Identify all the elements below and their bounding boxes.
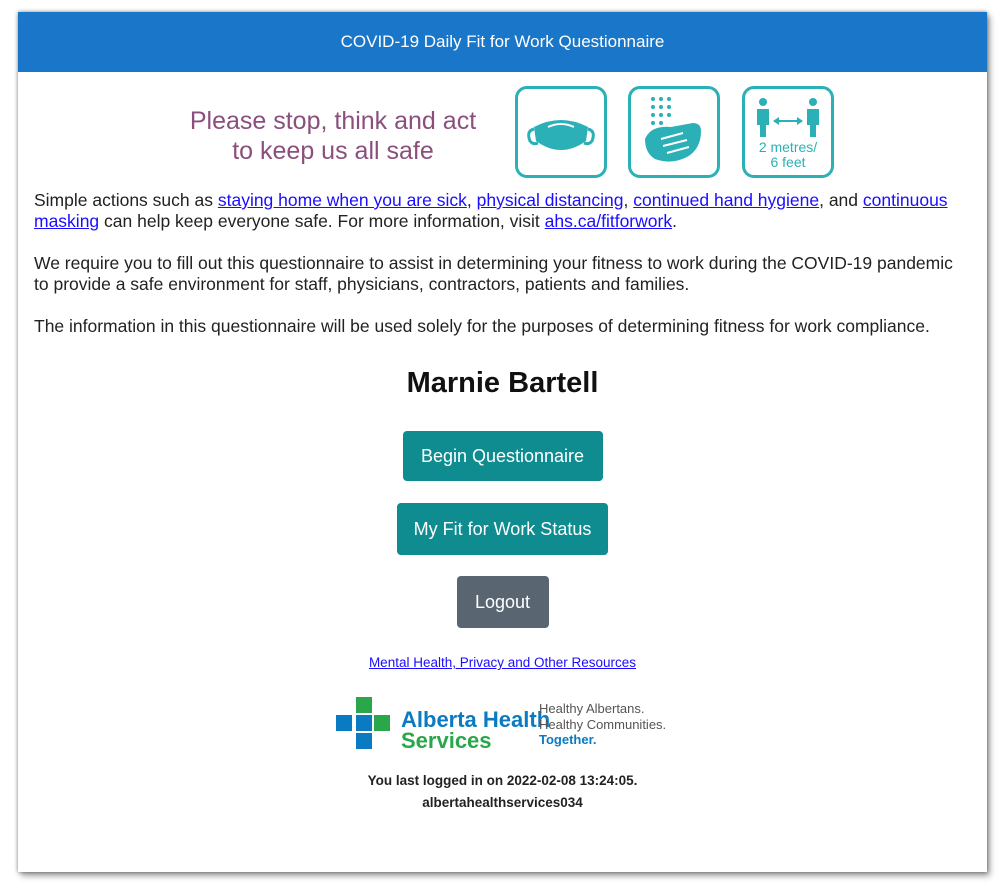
banner-text: Please stop, think and act to keep us al… [168,106,498,166]
fit-for-work-status-button[interactable]: My Fit for Work Status [397,503,608,555]
distance-label-2: 6 feet [770,154,806,170]
distance-label-1: 2 metres/ [758,139,818,155]
user-name: Marnie Bartell [406,367,599,399]
logout-button[interactable]: Logout [456,576,549,628]
banner-line-2: to keep us all safe [232,137,434,165]
intro-text-segment: , [623,190,634,210]
tagline-line-2: Healthy Communities. [539,716,667,732]
intro-paragraph-1: Simple actions such as staying home when… [34,190,971,232]
intro-text-segment: Simple actions such as [34,190,218,210]
ahs-tagline: Healthy Albertans. Healthy Communities. … [539,701,666,748]
tagline-line-1: Healthy Albertans. [539,701,645,716]
logo-name-line-2: Services [401,728,492,753]
intro-paragraph-2: We require you to fill out this question… [34,253,953,294]
intro-paragraph-3: The information in this questionnaire wi… [34,316,930,336]
username-text: albertahealthservices034 [422,795,583,810]
page-header: COVID-19 Daily Fit for Work Questionnair… [18,12,987,72]
physical-distance-icon: 2 metres/ 6 feet [742,86,834,178]
intro-text: Simple actions such as staying home when… [18,190,987,337]
hand-hygiene-link[interactable]: continued hand hygiene [633,190,819,210]
login-footer: You last logged in on 2022-02-08 13:24:0… [18,770,987,814]
mask-icon [515,86,607,178]
ahs-logo-mark-icon [336,697,390,749]
page-title: COVID-19 Daily Fit for Work Questionnair… [340,32,665,51]
staying-home-link[interactable]: staying home when you are sick [218,190,467,210]
begin-questionnaire-button[interactable]: Begin Questionnaire [402,431,603,481]
intro-text-segment: . [672,211,677,231]
safety-banner: Please stop, think and act to keep us al… [18,72,987,190]
ahs-logo-name: Alberta Health Services [401,709,550,753]
resources-link[interactable]: Mental Health, Privacy and Other Resourc… [18,655,987,670]
physical-distancing-link[interactable]: physical distancing [477,190,624,210]
hand-hygiene-icon [628,86,720,178]
intro-text-segment: can help keep everyone safe. For more in… [99,211,545,231]
banner-line-1: Please stop, think and act [189,107,477,135]
ahs-logo: Alberta Health Services Healthy Albertan… [18,692,987,752]
intro-text-segment: , [466,190,477,210]
intro-text-segment: , and [819,190,859,210]
ahs-fitforwork-link[interactable]: ahs.ca/fitforwork [545,211,672,231]
tagline-line-3: Together. [539,732,597,747]
questionnaire-card: COVID-19 Daily Fit for Work Questionnair… [18,12,987,872]
last-login-text: You last logged in on 2022-02-08 13:24:0… [367,773,638,788]
